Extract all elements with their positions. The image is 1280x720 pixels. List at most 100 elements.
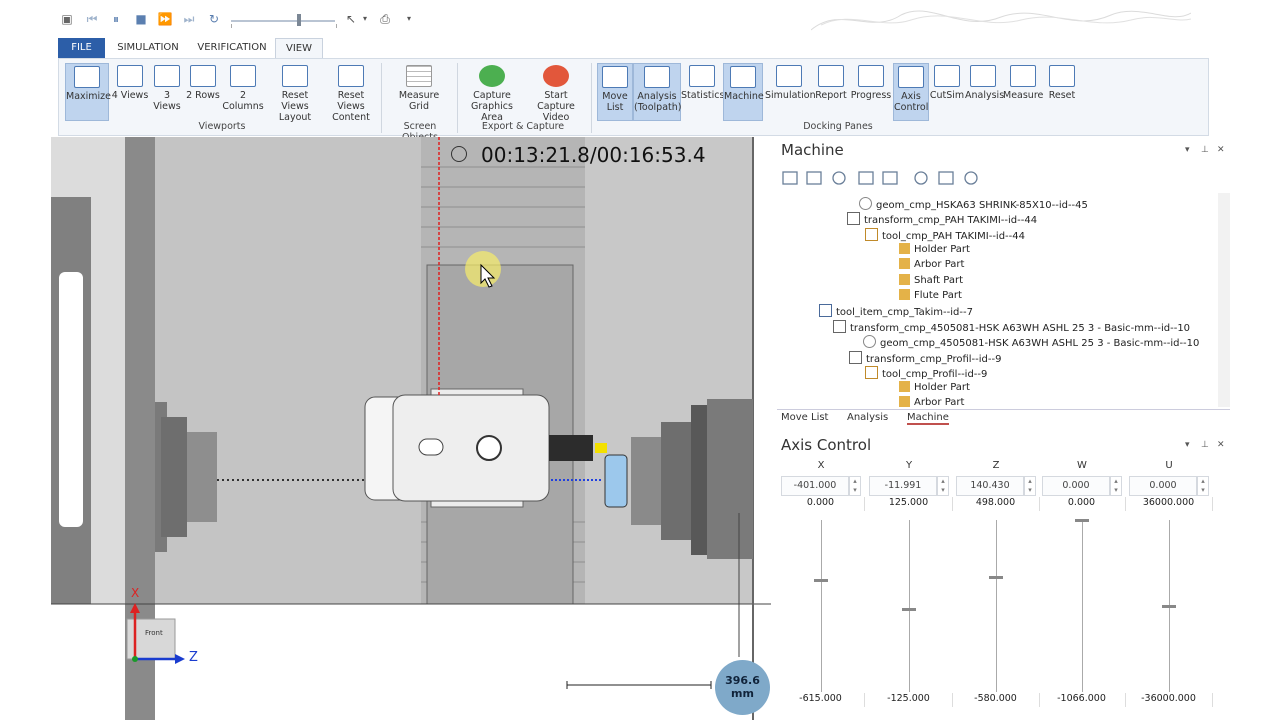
- loop-icon[interactable]: ↻: [206, 11, 222, 27]
- tree-node[interactable]: Flute Part: [899, 289, 962, 303]
- four-views-button[interactable]: 4 Views: [111, 63, 149, 121]
- export-icon[interactable]: ⎙: [377, 11, 393, 27]
- tree-node[interactable]: tool_cmp_Profil--id--9: [865, 366, 987, 380]
- axis-slider-track[interactable]: [821, 520, 822, 692]
- tree-node[interactable]: tool_cmp_PAH TAKIMI--id--44: [865, 228, 1025, 242]
- tab-machine[interactable]: Machine: [907, 412, 949, 425]
- tool-icon: [865, 366, 878, 379]
- axis-max-value: 0.000: [777, 497, 865, 511]
- tab-move-list[interactable]: Move List: [781, 412, 828, 423]
- measure-label: Measure: [1003, 90, 1044, 101]
- machine-label: Machine: [724, 91, 764, 102]
- statistics-button[interactable]: Statistics: [681, 63, 724, 121]
- measure-grid-button[interactable]: Measure Grid: [391, 63, 447, 121]
- axis-spinner[interactable]: ▴ ▾: [1197, 476, 1209, 496]
- axis-value-input[interactable]: -401.000: [781, 476, 849, 496]
- speed-slider-thumb[interactable]: [297, 14, 301, 26]
- measurement-bubble: 396.6 mm: [715, 660, 770, 715]
- axis-slider-track[interactable]: [996, 520, 997, 692]
- tab-verification[interactable]: VERIFICATION: [191, 38, 273, 58]
- tree-node[interactable]: geom_cmp_HSKA63 SHRINK-85X10--id--45: [859, 197, 1088, 211]
- axis-spinner[interactable]: ▴ ▾: [1024, 476, 1036, 496]
- tree-node[interactable]: Arbor Part: [899, 258, 964, 272]
- axis-value-input[interactable]: 0.000: [1129, 476, 1197, 496]
- tree-node[interactable]: Holder Part: [899, 243, 970, 257]
- axis-slider-track[interactable]: [909, 520, 910, 692]
- axis-value-input[interactable]: -11.991: [869, 476, 937, 496]
- tree-node[interactable]: Arbor Part: [899, 396, 964, 407]
- progress-button[interactable]: Progress: [849, 63, 893, 121]
- machine-pane-title: Machine: [781, 141, 844, 159]
- tree-node[interactable]: Shaft Part: [899, 274, 963, 288]
- axis-spinner[interactable]: ▴ ▾: [937, 476, 949, 496]
- skip-end-icon[interactable]: ⏭: [181, 11, 197, 27]
- three-views-button[interactable]: 3 Views: [149, 63, 185, 121]
- tree-node[interactable]: transform_cmp_Profil--id--9: [849, 351, 1001, 365]
- two-columns-button[interactable]: 2 Columns: [219, 63, 267, 121]
- axis-slider-handle[interactable]: [1162, 605, 1176, 608]
- tab-view[interactable]: VIEW: [275, 38, 323, 60]
- maximize-button[interactable]: Maximize: [65, 63, 111, 121]
- app-icon[interactable]: ▣: [59, 11, 75, 27]
- axis-value-input[interactable]: 140.430: [956, 476, 1024, 496]
- tab-simulation[interactable]: SIMULATION: [113, 38, 183, 58]
- part-icon: [899, 243, 910, 254]
- pane-close-icon[interactable]: ✕: [1217, 440, 1225, 450]
- progress-label: Progress: [850, 90, 892, 101]
- pane-close-icon[interactable]: ✕: [1217, 145, 1225, 155]
- part-icon: [899, 274, 910, 285]
- pane-pin-icon[interactable]: ⊥: [1201, 145, 1209, 155]
- axis-spinner[interactable]: ▴ ▾: [1110, 476, 1122, 496]
- machine-button[interactable]: Machine: [723, 63, 764, 121]
- fast-forward-icon[interactable]: ⏩: [157, 11, 173, 27]
- simulation-button[interactable]: Simulation: [765, 63, 816, 121]
- rewind-icon[interactable]: ⏮: [84, 11, 100, 27]
- tree-node[interactable]: transform_cmp_PAH TAKIMI--id--44: [847, 212, 1037, 226]
- tree-node[interactable]: geom_cmp_4505081-HSK A63WH ASHL 25 3 - B…: [863, 335, 1199, 349]
- tab-file[interactable]: FILE: [58, 38, 105, 58]
- report-button[interactable]: Report: [813, 63, 849, 121]
- reset-views-content-button[interactable]: Reset Views Content: [323, 63, 379, 123]
- start-capture-video-button[interactable]: Start Capture Video: [525, 63, 587, 123]
- axis-spinner[interactable]: ▴ ▾: [849, 476, 861, 496]
- tree-node[interactable]: tool_item_cmp_Takim--id--7: [819, 304, 973, 318]
- tree-node-label: Arbor Part: [914, 397, 965, 407]
- two-columns-label: 2 Columns: [222, 90, 264, 112]
- tree-toolbar: [781, 169, 981, 191]
- two-columns-icon: [230, 65, 256, 87]
- pane-pin-icon[interactable]: ⊥: [1201, 440, 1209, 450]
- graphics-viewport[interactable]: 00:13:21.8/00:16:53.4 X Z Front 396.6 mm: [51, 137, 771, 720]
- customize-qat-icon[interactable]: ▾: [401, 11, 417, 27]
- move-list-button[interactable]: Move List: [597, 63, 633, 121]
- pane-menu-icon[interactable]: ▾: [1185, 145, 1190, 155]
- stop-icon[interactable]: ■: [133, 11, 149, 27]
- pane-menu-icon[interactable]: ▾: [1185, 440, 1190, 450]
- measure-button[interactable]: Measure: [1003, 63, 1043, 121]
- analysis-button[interactable]: Analysis: [965, 63, 1004, 121]
- two-rows-button[interactable]: 2 Rows: [185, 63, 221, 121]
- dropdown-arrow-icon[interactable]: ▾: [357, 11, 373, 27]
- axis-slider-track[interactable]: [1082, 520, 1083, 692]
- tree-node[interactable]: transform_cmp_4505081-HSK A63WH ASHL 25 …: [833, 320, 1190, 334]
- group-separator: [381, 63, 382, 133]
- report-label: Report: [815, 90, 847, 101]
- pause-icon[interactable]: ⏸: [108, 11, 124, 27]
- capture-graphics-area-button[interactable]: Capture Graphics Area: [459, 63, 525, 123]
- cutsim-button[interactable]: CutSim: [929, 63, 965, 121]
- reset-panes-button[interactable]: Reset: [1045, 63, 1079, 121]
- reset-views-layout-button[interactable]: Reset Views Layout: [267, 63, 323, 123]
- axis-slider-handle[interactable]: [902, 608, 916, 612]
- axis-max-value: 0.000: [1038, 497, 1126, 511]
- axis-slider-handle[interactable]: [1075, 519, 1089, 522]
- axis-value-input[interactable]: 0.000: [1042, 476, 1110, 496]
- axis-slider-handle[interactable]: [814, 579, 828, 583]
- tab-analysis[interactable]: Analysis: [847, 412, 888, 423]
- axis-control-button[interactable]: Axis Control: [893, 63, 929, 121]
- view-cube-label[interactable]: Front: [145, 629, 163, 637]
- tree-toolbar-icons[interactable]: [781, 169, 981, 189]
- speed-slider-track[interactable]: [231, 20, 335, 22]
- axis-slider-handle[interactable]: [989, 575, 1003, 579]
- tree-scrollbar[interactable]: [1218, 193, 1230, 407]
- analysis-toolpath-button[interactable]: Analysis (Toolpath): [633, 63, 681, 121]
- tree-node[interactable]: Holder Part: [899, 381, 970, 395]
